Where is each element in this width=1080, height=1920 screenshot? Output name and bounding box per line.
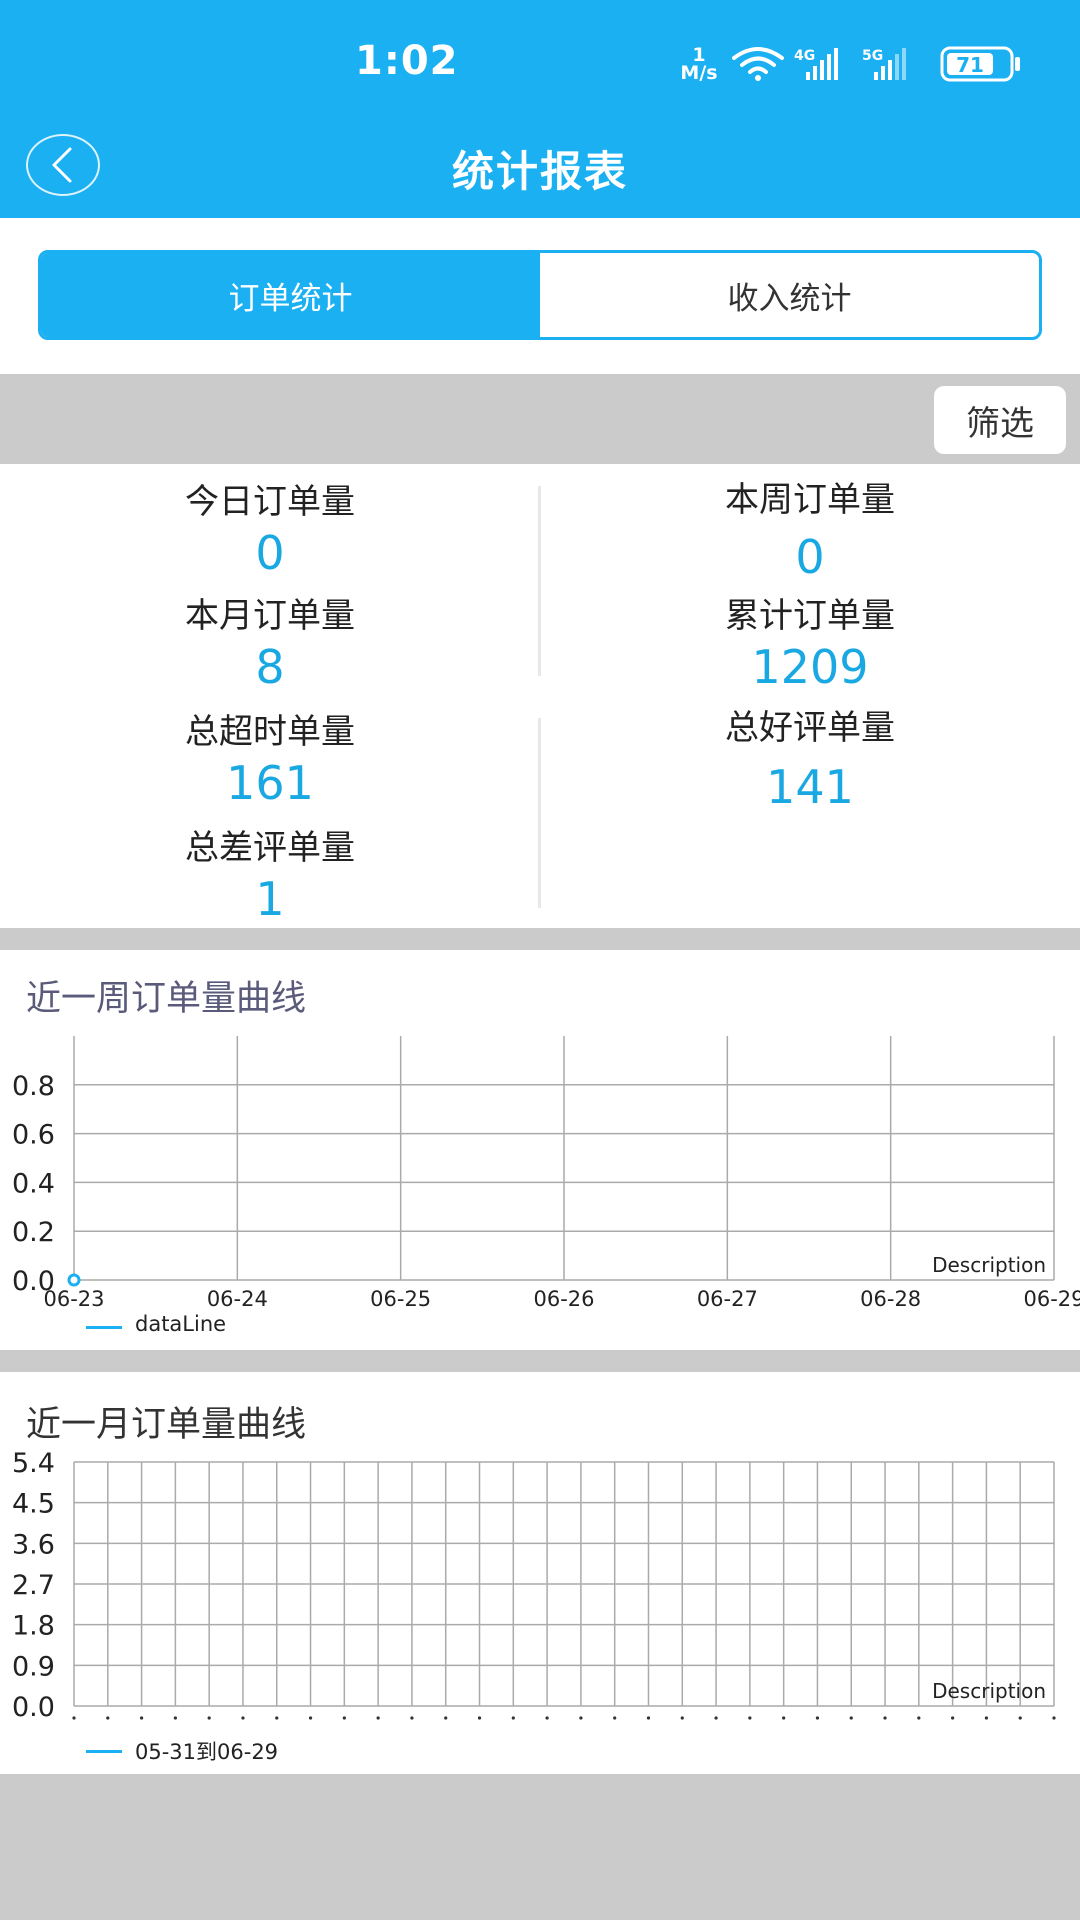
x-tick-mark [207,1716,211,1720]
status-bar: 1:02 1 M/s 4G 5G 71 [0,0,1080,110]
x-tick-mark [72,1716,76,1720]
month-orders-label: 本月订单量 [185,596,355,636]
x-tick-mark [376,1716,380,1720]
network-4g-label: 4G [794,48,815,64]
segmented-tabs: 订单统计 收入统计 [38,250,1042,340]
x-tick-mark [984,1716,989,1720]
filter-bar: 筛选 [0,376,1080,464]
weekly-chart-card: 近一周订单量曲线 06-23 06-24 06-25 06-26 06-27 06-28 0… [0,950,1080,1350]
chart-description: Description [932,1679,1046,1703]
timeout-orders-value: 161 [226,756,314,810]
y-tick-label: 0.0 [12,1266,55,1297]
x-tick-mark [714,1716,718,1720]
x-tick-label: 06-25 [370,1287,431,1311]
y-tick-label: 0.4 [12,1168,55,1199]
week-orders-value: 0 [795,530,825,584]
legend-label: dataLine [135,1312,227,1336]
chart-description: Description [932,1253,1046,1277]
data-point [67,1273,81,1287]
legend-label: 05-31到06-29 [135,1740,279,1764]
tab-income-stats[interactable]: 收入统计 [540,253,1039,337]
x-tick-mark [579,1716,583,1720]
page-title: 统计报表 [451,147,628,196]
tabs-area: 订单统计 收入统计 [0,218,1080,374]
x-tick-mark [444,1716,448,1720]
bad-reviews-value: 1 [255,872,285,926]
legend-line-icon [86,1750,122,1753]
x-tick-mark [782,1716,786,1720]
x-tick-label: 06-29 [1023,1287,1080,1311]
x-tick-mark [680,1716,684,1720]
y-tick-label: 0.6 [12,1120,55,1151]
x-tick-mark [275,1716,279,1720]
x-tick-mark [241,1716,245,1720]
legend-line-icon [86,1326,122,1329]
total-orders-label: 累计订单量 [725,596,895,636]
network-speed-unit: M/s [680,62,718,84]
x-tick-mark [511,1716,515,1720]
y-tick-label: 0.2 [12,1217,55,1248]
x-tick-label: 06-27 [697,1287,758,1311]
x-tick-mark [815,1716,820,1720]
x-tick-mark [173,1716,177,1720]
y-tick-label: 3.6 [12,1529,55,1560]
battery-level: 71 [956,53,984,77]
status-time: 1:02 [355,38,459,84]
app-bar: 统计报表 [0,110,1080,218]
total-orders-value: 1209 [751,640,869,694]
x-tick-mark [883,1716,887,1720]
x-tick-mark [106,1716,110,1720]
x-tick-mark [917,1716,921,1720]
x-tick-mark [139,1716,144,1720]
x-tick-mark [342,1716,346,1720]
x-tick-mark [849,1716,853,1720]
filter-button[interactable]: 筛选 [934,386,1066,454]
x-tick-label: 06-24 [207,1287,268,1311]
x-tick-mark [410,1716,414,1720]
battery-icon: 71 [940,46,1020,82]
month-orders-value: 8 [255,640,285,694]
x-tick-label: 06-26 [533,1287,594,1311]
monthly-order-chart: 0.0 0.9 1.8 2.7 3.6 4.5 5.4 Description [12,1448,1056,1723]
signal-4g-icon: 4G [794,48,838,80]
good-reviews-value: 141 [766,760,854,814]
y-tick-label: 0.8 [12,1071,55,1102]
monthly-chart-card: 近一月订单量曲线 0.0 0.9 1.8 2.7 3.6 4.5 5.4 Descriptio… [0,1372,1080,1774]
bottom-background [0,1774,1080,1920]
good-reviews-label: 总好评单量 [725,708,895,748]
x-tick-mark [613,1716,617,1720]
x-tick-mark [748,1716,752,1720]
y-tick-label: 4.5 [12,1489,55,1520]
x-tick-mark [477,1716,482,1720]
y-tick-label: 0.0 [12,1692,55,1723]
timeout-orders-label: 总超时单量 [185,712,355,752]
y-tick-label: 2.7 [12,1570,55,1601]
x-tick-mark [545,1716,549,1720]
bad-reviews-label: 总差评单量 [185,828,355,868]
tab-order-stats[interactable]: 订单统计 [41,253,540,337]
signal-5g-icon: 5G [862,48,906,80]
today-orders-value: 0 [255,526,285,580]
network-5g-label: 5G [862,48,883,64]
x-tick-mark [308,1716,313,1720]
y-tick-label: 1.8 [12,1611,55,1642]
status-icons: 4G 5G 71 [732,46,1020,82]
y-tick-label: 0.9 [12,1651,55,1682]
x-tick-mark [951,1716,955,1720]
y-tick-label: 5.4 [12,1448,55,1479]
x-tick-mark [646,1716,651,1720]
x-tick-mark [1018,1716,1022,1720]
stats-panel: 今日订单量 0 本月订单量 8 总超时单量 161 总差评单量 1 本周订单量 … [0,464,1080,928]
x-tick-mark [1052,1716,1056,1720]
network-speed: 1 M/s [676,46,722,84]
today-orders-label: 今日订单量 [185,482,355,522]
weekly-order-chart: 06-23 06-24 06-25 06-26 06-27 06-28 06-290.00.… [12,1036,1080,1311]
wifi-icon [732,47,784,81]
x-tick-label: 06-28 [860,1287,921,1311]
week-orders-label: 本周订单量 [725,480,895,520]
